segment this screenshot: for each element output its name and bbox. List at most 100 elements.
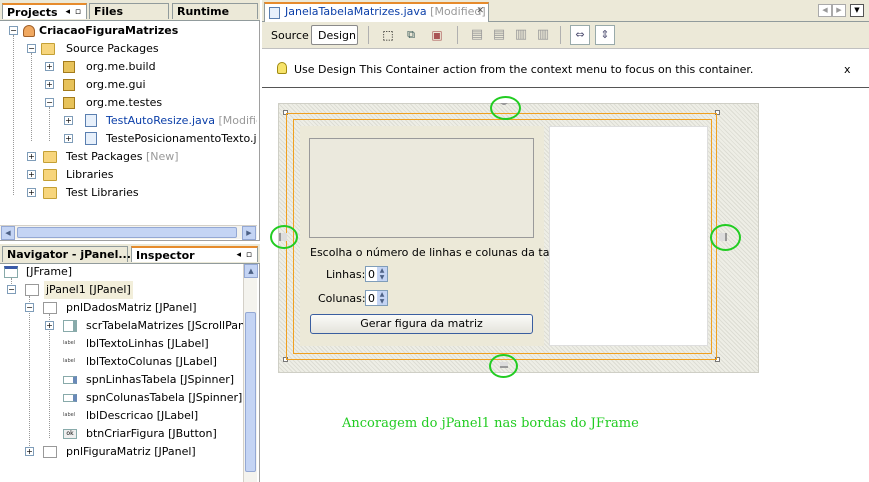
tree-item-label[interactable]: label lblTextoColunas [JLabel] (0, 353, 243, 371)
pnl-figura-matriz[interactable] (549, 126, 708, 346)
expand-icon[interactable]: + (25, 447, 34, 456)
label-icon: label (63, 358, 76, 364)
source-view-button[interactable]: Source (265, 25, 309, 45)
tab-janela-tabela-matrizes[interactable]: JanelaTabelaMatrizes.java [Modified] ✕ (264, 2, 489, 22)
tree-item-label[interactable]: label lblDescricao [JLabel] (0, 407, 243, 425)
tree-item-java-file[interactable]: + TestePosicionamentoTexto.java (0, 130, 257, 148)
tab-navigator-label: Navigator - jPanel... (7, 248, 131, 261)
resize-horizontal-icon[interactable]: ⇔ (570, 25, 590, 45)
rows-spinner[interactable]: 0 ▲ ▼ (365, 266, 388, 282)
project-icon (23, 25, 35, 37)
close-icon[interactable]: ✕ (476, 6, 484, 16)
cols-label: Colunas: (318, 292, 366, 305)
anchor-highlight-ring-right (710, 224, 741, 251)
scroll-tabela-matrizes[interactable] (309, 138, 534, 238)
tab-projects[interactable]: Projects ◂ ▫ (2, 3, 87, 19)
collapse-icon[interactable]: − (27, 44, 36, 53)
component-tree: [JFrame] − jPanel1 [JPanel] − pnlDadosMa… (0, 264, 243, 482)
tree-label: Test Packages [New] (66, 150, 179, 163)
minimize-icon[interactable]: ◂ (236, 250, 241, 260)
project-tree: − CriacaoFiguraMatrizes − Source Package… (0, 21, 257, 225)
expand-icon[interactable]: + (64, 116, 73, 125)
tree-label: btnCriarFigura [JButton] (86, 427, 217, 440)
spinner-arrows-icon[interactable]: ▲ ▼ (377, 291, 387, 305)
tab-list-icon[interactable]: ▼ (850, 4, 864, 17)
spinner-arrows-icon[interactable]: ▲ ▼ (377, 267, 387, 281)
scroll-left-icon[interactable]: ◀ (1, 226, 15, 240)
collapse-icon[interactable]: − (25, 303, 34, 312)
expand-icon[interactable]: + (27, 170, 36, 179)
lightbulb-icon (277, 62, 287, 74)
selection-mode-icon[interactable]: ⬚ (379, 25, 397, 45)
connection-mode-icon[interactable]: ⧉ (402, 25, 420, 45)
tree-item-test-packages[interactable]: + Test Packages [New] (0, 148, 257, 166)
tree-item-panel[interactable]: + pnlFiguraMatriz [JPanel] (0, 443, 243, 461)
maximize-icon[interactable]: ▫ (246, 250, 252, 260)
tree-item-scrollpane[interactable]: + scrTabelaMatrizes [JScrollPane] (0, 317, 243, 335)
scrollpane-icon (63, 320, 77, 332)
minimize-icon[interactable]: ◂ (65, 7, 70, 17)
tree-item-panel[interactable]: − pnlDadosMatriz [JPanel] (0, 299, 243, 317)
tab-runtime[interactable]: Runtime (172, 3, 258, 19)
tree-item-package[interactable]: + org.me.gui (0, 76, 257, 94)
tab-scroll-right-icon[interactable]: ▶ (832, 4, 846, 17)
tab-scroll-left-icon[interactable]: ◀ (818, 4, 832, 17)
vertical-scrollbar[interactable]: ▲ (243, 264, 258, 482)
cols-spinner[interactable]: 0 ▲ ▼ (365, 290, 388, 306)
tab-inspector[interactable]: Inspector ◂ ▫ (131, 246, 258, 262)
expand-icon[interactable]: + (64, 134, 73, 143)
expand-icon[interactable]: + (27, 188, 36, 197)
tree-item-package[interactable]: + org.me.build (0, 58, 257, 76)
align-left-icon[interactable]: ▤ (468, 25, 486, 45)
frame-icon (4, 266, 18, 278)
tab-projects-label: Projects (7, 6, 58, 19)
tree-item-java-file[interactable]: + TestAutoResize.java [Modified] (0, 112, 257, 130)
collapse-icon[interactable]: − (9, 26, 18, 35)
align-right-icon[interactable]: ▤ (490, 25, 508, 45)
projects-tabbar: Projects ◂ ▫ Files Runtime (0, 0, 260, 21)
resize-vertical-icon[interactable]: ⇕ (595, 25, 615, 45)
tree-item-test-libraries[interactable]: + Test Libraries (0, 184, 257, 202)
hint-bar: Use Design This Container action from th… (262, 50, 869, 88)
tree-label: spnColunasTabela [JSpinner] (86, 391, 243, 404)
tree-item-jpanel1[interactable]: − jPanel1 [JPanel] (0, 281, 243, 299)
scroll-right-icon[interactable]: ▶ (242, 226, 256, 240)
generate-figure-button[interactable]: Gerar figura da matriz (310, 314, 533, 334)
hint-close-icon[interactable]: x (844, 63, 851, 76)
align-center-icon[interactable]: ▥ (512, 25, 530, 45)
tree-item-spinner[interactable]: spnColunasTabela [JSpinner] (0, 389, 243, 407)
collapse-icon[interactable]: − (45, 98, 54, 107)
expand-icon[interactable]: + (45, 62, 54, 71)
scroll-thumb[interactable] (17, 227, 237, 238)
maximize-icon[interactable]: ▫ (75, 7, 81, 17)
tree-item-button[interactable]: ok btnCriarFigura [JButton] (0, 425, 243, 443)
tab-files-label: Files (94, 5, 124, 18)
tree-item-libraries[interactable]: + Libraries (0, 166, 257, 184)
tree-item-package[interactable]: − org.me.testes (0, 94, 257, 112)
tab-files[interactable]: Files (89, 3, 169, 19)
toolbar-separator (560, 26, 561, 44)
tree-label: Test Libraries (66, 186, 139, 199)
tree-item-project[interactable]: − CriacaoFiguraMatrizes (0, 22, 257, 40)
scroll-thumb[interactable] (245, 312, 256, 472)
expand-icon[interactable]: + (45, 321, 54, 330)
tree-label: [JFrame] (26, 265, 73, 278)
design-view-button[interactable]: Design (311, 25, 358, 45)
inspector-tabbar: Navigator - jPanel... Inspector ◂ ▫ (0, 244, 260, 264)
tree-item-jframe[interactable]: [JFrame] (0, 264, 243, 281)
expand-icon[interactable]: + (45, 80, 54, 89)
tab-runtime-label: Runtime (177, 5, 230, 18)
align-top-icon[interactable]: ▥ (534, 25, 552, 45)
tree-label: lblTextoColunas [JLabel] (86, 355, 217, 368)
java-file-icon (85, 114, 97, 127)
tab-navigator[interactable]: Navigator - jPanel... (2, 246, 131, 262)
preview-design-icon[interactable]: ▣ (428, 25, 446, 45)
horizontal-scrollbar[interactable]: ◀ ▶ (0, 225, 257, 240)
tree-item-source-packages[interactable]: − Source Packages (0, 40, 257, 58)
expand-icon[interactable]: + (27, 152, 36, 161)
tree-item-label[interactable]: label lblTextoLinhas [JLabel] (0, 335, 243, 353)
tree-item-spinner[interactable]: spnLinhasTabela [JSpinner] (0, 371, 243, 389)
scroll-up-icon[interactable]: ▲ (244, 264, 258, 278)
tab-inspector-label: Inspector (136, 249, 195, 262)
collapse-icon[interactable]: − (7, 285, 16, 294)
